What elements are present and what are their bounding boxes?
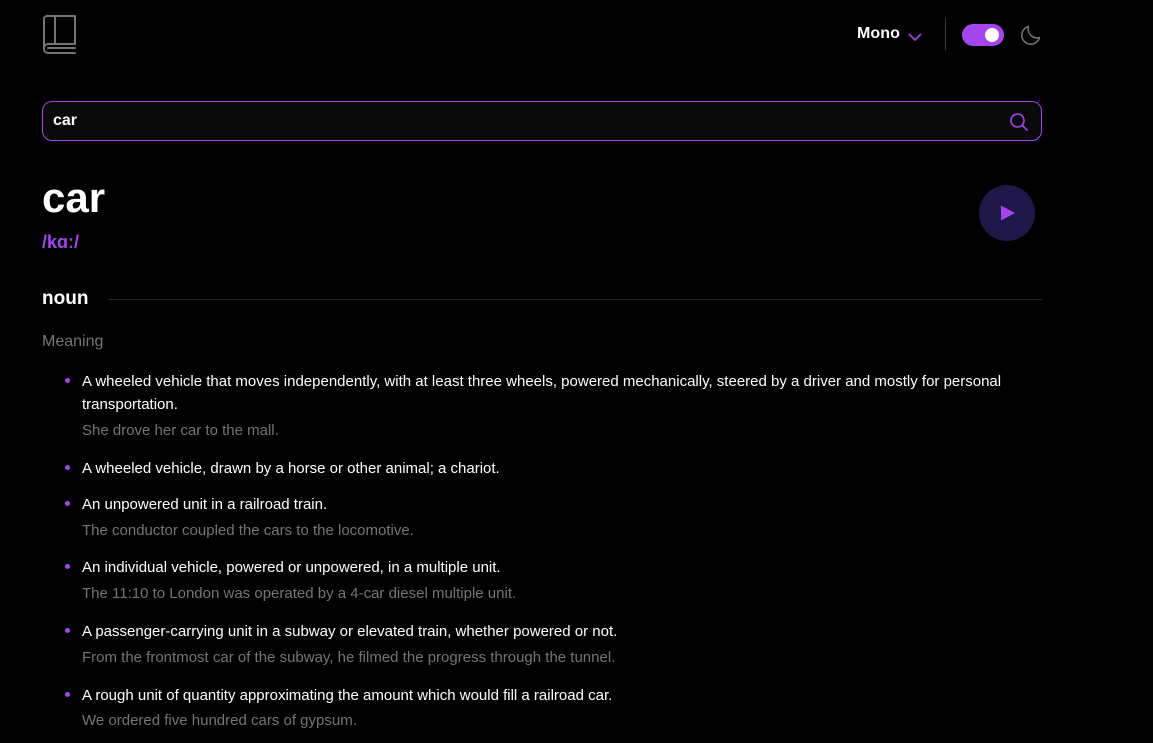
header: Mono [42,14,1042,54]
search-bar [42,101,1042,141]
word-title: car [42,174,106,221]
chevron-down-icon [908,29,922,41]
definition-example: We ordered five hundred cars of gypsum. [82,712,357,729]
moon-icon [1019,23,1043,47]
definition-text: A passenger-carrying unit in a subway or… [82,623,618,640]
theme-toggle[interactable] [962,24,1004,46]
part-of-speech-divider [108,299,1042,300]
font-selector[interactable]: Mono [857,24,922,44]
bullet [65,564,70,569]
part-of-speech-row: noun [42,286,1042,312]
theme-toggle-knob [985,28,999,42]
meaning-heading: Meaning [42,333,104,350]
bullet [65,628,70,633]
play-button[interactable] [979,185,1035,241]
definition-text: A rough unit of quantity approximating t… [82,687,613,704]
dictionary-page: Mono car /kɑː/ [0,0,1153,743]
bullet [65,465,70,470]
definition-text: A wheeled vehicle, drawn by a horse or o… [82,460,500,477]
book-icon[interactable] [42,14,78,54]
search-input[interactable] [53,102,993,140]
definition-text: A wheeled vehicle that moves independent… [82,373,1002,413]
play-icon [1001,205,1015,221]
header-divider [945,18,946,50]
phonetic: /kɑː/ [42,232,80,252]
definition-example: From the frontmost car of the subway, he… [82,649,616,666]
bullet [65,501,70,506]
definition-text: An unpowered unit in a railroad train. [82,496,328,513]
definition-text: An individual vehicle, powered or unpowe… [82,559,501,576]
search-icon[interactable] [1009,112,1029,132]
definition-example: The 11:10 to London was operated by a 4-… [82,585,517,602]
definition-example: The conductor coupled the cars to the lo… [82,522,414,539]
part-of-speech: noun [42,288,89,309]
bullet [65,378,70,383]
bullet [65,692,70,697]
definition-example: She drove her car to the mall. [82,422,279,439]
font-selector-label: Mono [857,25,901,42]
